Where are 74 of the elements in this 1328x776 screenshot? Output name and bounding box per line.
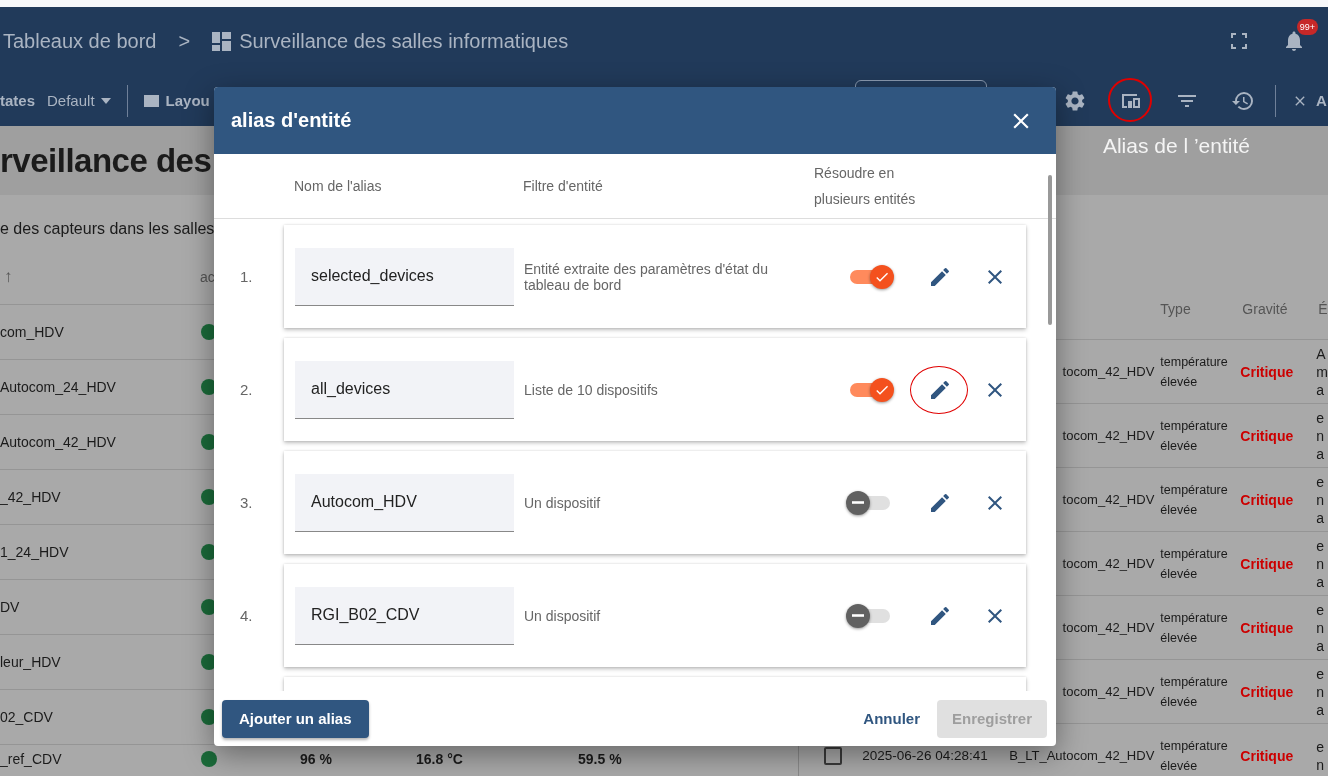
device-name: 1_24_HDV: [0, 544, 70, 560]
dashboard-title: rveillance des: [0, 141, 212, 180]
table-cell: tocom_42_HDV: [1062, 556, 1155, 571]
table-cell-text: température élevée: [1159, 737, 1229, 775]
table-cell-text: e n a: [1315, 472, 1326, 527]
table-cell: B_LT_Autocom_42_HDV: [1009, 748, 1155, 763]
table-cell-text: e n: [1315, 737, 1326, 774]
column-header[interactable]: Gravité: [1236, 300, 1313, 317]
entity-filter-text: Un dispositif: [523, 494, 602, 511]
alias-name-field[interactable]: selected_devices: [295, 247, 514, 306]
device-name: Autocom_24_HDV: [0, 379, 117, 395]
severity-label: Critique: [1239, 555, 1295, 572]
table-cell-text: 96 %: [300, 751, 333, 767]
table-cell-text: température élevée: [1159, 481, 1229, 519]
table-cell: tocom_42_HDV: [1062, 620, 1155, 635]
table-cell-text: A m a: [1315, 344, 1328, 399]
dialog-title: alias d'entité: [231, 109, 352, 132]
table-cell-text: 2025-06-26 04:28:41: [861, 748, 988, 763]
severity-label: Critique: [1239, 427, 1295, 444]
layout-button[interactable]: Layou: [165, 92, 210, 109]
entity-filter-text: Liste de 10 dispositifs: [523, 381, 659, 398]
dashboard-subtitle: e des capteurs dans les salles: [0, 219, 215, 238]
device-name: Autocom_42_HDV: [0, 434, 117, 450]
table-cell-text: e n a: [1315, 536, 1326, 591]
add-alias-button[interactable]: Ajouter un alias: [222, 699, 369, 738]
breadcrumb-link[interactable]: Tableaux de bord: [3, 29, 157, 53]
cancel-button[interactable]: Annuler: [863, 702, 920, 735]
table-cell: tocom_42_HDV: [1062, 492, 1155, 507]
table-cell-text: température élevée: [1159, 417, 1229, 455]
column-header: Résoudre en plusieurs entités: [813, 164, 917, 209]
device-name: DV: [0, 599, 21, 615]
table-cell-text: 59.5 %: [578, 751, 623, 767]
column-header: Filtre d'entité: [523, 177, 604, 196]
table-cell: tocom_42_HDV: [1062, 428, 1155, 443]
severity-label: Critique: [1239, 619, 1295, 636]
severity-label: Critique: [1239, 491, 1295, 508]
device-name: _ref_CDV: [0, 751, 63, 767]
annotation-text: Alias de l ’entité: [1102, 134, 1250, 158]
close-edit-button[interactable]: A: [1316, 92, 1327, 109]
column-header[interactable]: É: [1312, 300, 1328, 317]
device-name: _42_HDV: [0, 489, 62, 505]
sort-arrow[interactable]: ↑: [0, 267, 200, 287]
severity-label: Critique: [1239, 683, 1295, 700]
row-number: 3.: [239, 494, 254, 511]
table-cell-text: température élevée: [1159, 545, 1229, 583]
table-cell-text: e n a: [1315, 408, 1326, 463]
alias-name-field[interactable]: all_devices: [295, 360, 514, 419]
device-name: 02_CDV: [0, 709, 54, 725]
breadcrumb-current: Surveillance des salles informatiques: [239, 29, 569, 53]
table-cell-text: e n a: [1315, 600, 1326, 655]
state-dropdown[interactable]: Default: [47, 92, 111, 109]
entity-filter-text: Entité extraite des paramètres d'état du tableau de bord: [523, 260, 769, 293]
severity-label: Critique: [1239, 747, 1295, 764]
column-header: Nom de l'alias: [294, 177, 383, 196]
device-name: leur_HDV: [0, 654, 62, 670]
alias-name-field[interactable]: RGI_B02_CDV: [295, 586, 514, 645]
breadcrumb-separator: >: [178, 29, 191, 53]
table-cell: tocom_42_HDV: [1062, 684, 1155, 699]
column-header[interactable]: Type: [1154, 300, 1237, 317]
row-number: 1.: [239, 268, 254, 285]
table-cell-text: température élevée: [1159, 609, 1229, 647]
table-cell-text: e n a: [1315, 664, 1326, 719]
severity-label: Critique: [1239, 363, 1295, 380]
row-number: 4.: [239, 607, 254, 624]
table-cell: tocom_42_HDV: [1062, 364, 1155, 379]
states-label: tates: [0, 92, 36, 109]
table-cell-text: température élevée: [1159, 673, 1229, 711]
row-number: 2.: [239, 381, 254, 398]
alias-name-field[interactable]: Autocom_HDV: [295, 473, 514, 532]
device-name: com_HDV: [0, 324, 65, 340]
table-cell-text: 16.8 °C: [416, 751, 464, 767]
entity-filter-text: Un dispositif: [523, 607, 602, 624]
table-cell-text: température élevée: [1159, 353, 1229, 391]
notification-badge: 99+: [1296, 19, 1318, 35]
